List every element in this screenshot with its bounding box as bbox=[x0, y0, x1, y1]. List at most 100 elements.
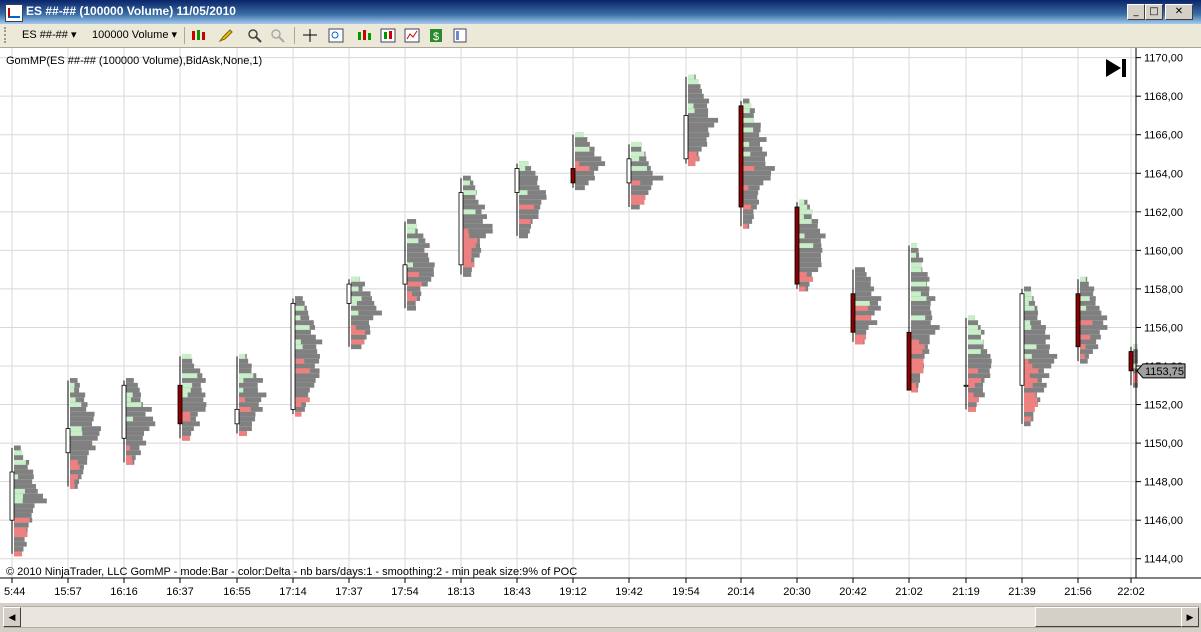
pencil-icon[interactable] bbox=[218, 28, 234, 43]
delta-row bbox=[239, 431, 247, 436]
profile-row bbox=[911, 286, 930, 292]
data-box-icon[interactable] bbox=[328, 28, 344, 43]
line-chart-icon[interactable] bbox=[404, 28, 420, 43]
profile-row bbox=[968, 373, 991, 379]
profile-row bbox=[519, 209, 539, 215]
profile-row bbox=[799, 228, 821, 234]
delta-row bbox=[351, 310, 359, 316]
delta-row bbox=[463, 238, 478, 244]
profile-row bbox=[351, 334, 367, 340]
delta-row bbox=[126, 402, 142, 407]
maximize-button[interactable]: □ bbox=[1145, 4, 1163, 20]
zoom-in-icon[interactable] bbox=[247, 28, 263, 43]
profile-row bbox=[968, 402, 977, 407]
scroll-right-icon[interactable]: ▶ bbox=[1181, 607, 1199, 627]
horizontal-scrollbar[interactable]: ◀ ▶ bbox=[0, 604, 1201, 630]
profile-row bbox=[14, 484, 36, 489]
y-tick-label: 1168,00 bbox=[1144, 91, 1183, 103]
profile-row bbox=[1024, 358, 1055, 364]
crosshair-icon[interactable] bbox=[302, 28, 318, 43]
candle-body bbox=[794, 206, 800, 285]
delta-row bbox=[463, 228, 469, 234]
delta-row bbox=[631, 156, 640, 162]
scroll-left-icon[interactable]: ◀ bbox=[3, 607, 21, 627]
delta-row bbox=[575, 166, 590, 171]
profile-row bbox=[575, 137, 588, 142]
last-price-label: 1153,75 bbox=[1145, 366, 1184, 378]
delta-row bbox=[14, 517, 30, 523]
profile-row bbox=[575, 156, 602, 162]
delta-row bbox=[911, 252, 917, 258]
chart-svg[interactable]: 1144,001146,001148,001150,001152,001154,… bbox=[0, 48, 1201, 603]
x-tick-label: 18:13 bbox=[447, 586, 475, 598]
profile-row bbox=[407, 305, 416, 311]
profile-row bbox=[70, 445, 96, 451]
x-tick-label: 20:30 bbox=[783, 586, 811, 598]
chart-style-icon[interactable] bbox=[190, 28, 206, 43]
delta-row bbox=[14, 498, 23, 504]
delta-row bbox=[688, 74, 695, 80]
delta-row bbox=[407, 238, 419, 244]
delta-row bbox=[911, 344, 925, 350]
delta-row bbox=[407, 281, 422, 287]
delta-row bbox=[295, 411, 302, 417]
profile-row bbox=[743, 98, 750, 104]
indicator-label: GomMP(ES ##-## (100000 Volume),BidAsk,No… bbox=[6, 55, 262, 67]
delta-row bbox=[688, 103, 694, 109]
profile-row bbox=[799, 267, 819, 273]
profile-row bbox=[911, 325, 940, 330]
profile-row bbox=[463, 214, 487, 220]
delta-row bbox=[463, 209, 476, 215]
profile-row bbox=[855, 296, 882, 301]
delta-row bbox=[463, 233, 470, 239]
delta-row bbox=[911, 358, 924, 364]
profile-row bbox=[295, 334, 316, 340]
strategies-icon[interactable] bbox=[380, 28, 396, 43]
chart-app-icon bbox=[5, 4, 23, 22]
profile-row bbox=[631, 161, 649, 167]
properties-icon[interactable] bbox=[452, 28, 468, 43]
delta-row bbox=[239, 373, 254, 379]
chart-footer: © 2010 NinjaTrader, LLC GomMP - mode:Bar… bbox=[6, 566, 577, 578]
delta-row bbox=[688, 156, 699, 162]
profile-row bbox=[1080, 339, 1097, 345]
profile-row bbox=[1080, 329, 1100, 335]
delta-row bbox=[70, 387, 75, 393]
profile-row bbox=[1024, 334, 1051, 340]
delta-row bbox=[126, 455, 132, 460]
delta-row bbox=[351, 276, 360, 282]
close-button[interactable]: ✕ bbox=[1165, 4, 1193, 20]
profile-row bbox=[182, 426, 194, 432]
scrollbar-thumb[interactable] bbox=[1035, 607, 1183, 627]
profile-row bbox=[968, 387, 983, 393]
profile-row bbox=[688, 98, 710, 104]
profile-row bbox=[1024, 339, 1046, 345]
indicators-icon[interactable] bbox=[356, 28, 372, 43]
profile-row bbox=[519, 223, 532, 229]
profile-row bbox=[14, 469, 34, 475]
profile-row bbox=[1080, 286, 1095, 292]
delta-row bbox=[1024, 363, 1033, 369]
profile-row bbox=[575, 175, 595, 181]
zoom-out-icon[interactable] bbox=[270, 28, 286, 43]
delta-row bbox=[1080, 305, 1087, 311]
delta-row bbox=[1024, 382, 1033, 388]
x-tick-label: 21:02 bbox=[895, 586, 923, 598]
delta-row bbox=[295, 397, 309, 403]
period-selector[interactable]: 100000 Volume ▾ bbox=[92, 27, 177, 43]
chart-area[interactable]: 1144,001146,001148,001150,001152,001154,… bbox=[0, 48, 1201, 603]
delta-row bbox=[1024, 325, 1032, 330]
profile-row bbox=[463, 272, 472, 277]
delta-row bbox=[911, 296, 927, 301]
profile-row bbox=[1024, 349, 1050, 354]
instrument-selector[interactable]: ES ##-## ▾ bbox=[22, 27, 76, 43]
scrollbar-track[interactable] bbox=[4, 606, 1199, 628]
profile-row bbox=[519, 185, 540, 191]
profile-row bbox=[70, 450, 89, 456]
dollar-icon[interactable]: $ bbox=[428, 28, 444, 43]
delta-row bbox=[911, 267, 922, 273]
profile-row bbox=[743, 190, 759, 195]
delta-row bbox=[295, 358, 305, 364]
minimize-button[interactable]: _ bbox=[1127, 4, 1145, 20]
profile-row bbox=[407, 257, 430, 263]
